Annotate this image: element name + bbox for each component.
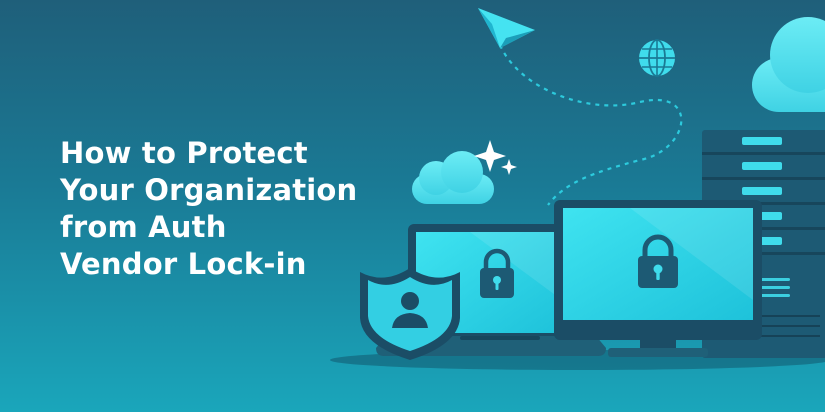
hero-banner: How to Protect Your Organization from Au… [0,0,825,412]
globe-icon [639,39,675,77]
cloud-icon [412,151,494,204]
paper-plane-icon [478,8,535,48]
cloud-icon [752,17,825,112]
illustration [330,8,825,370]
